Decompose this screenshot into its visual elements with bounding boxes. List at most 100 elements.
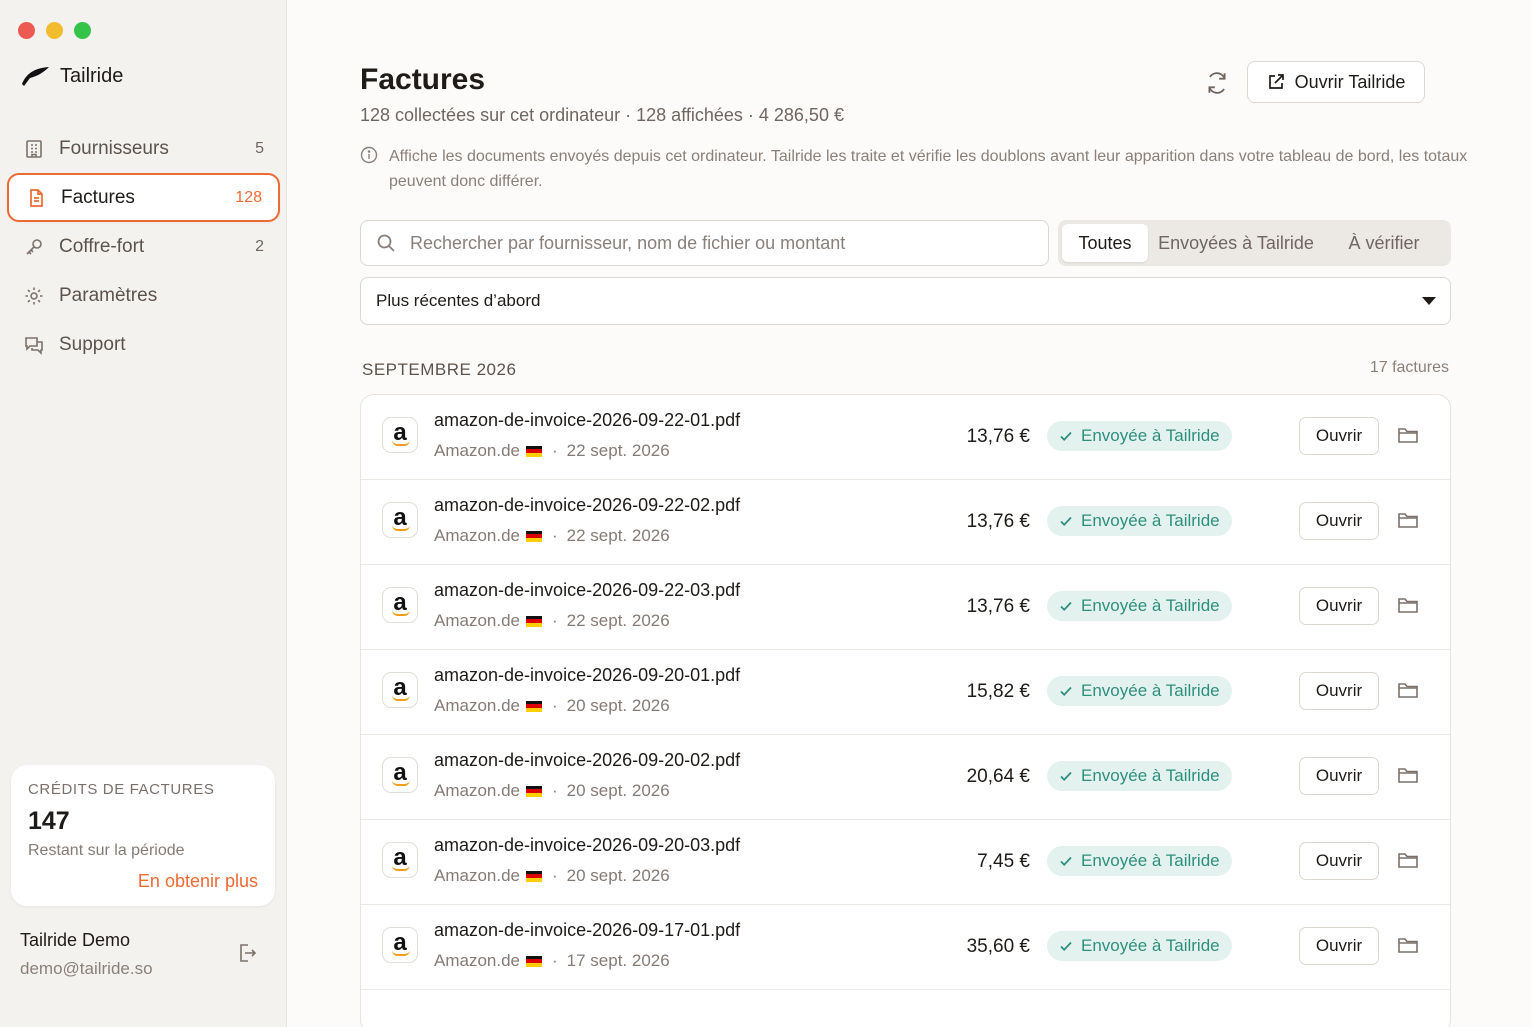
- table-row[interactable]: a amazon-de-invoice-2026-09-20-01.pdf Am…: [361, 650, 1450, 735]
- credits-value: 147: [28, 807, 70, 835]
- page-subtitle: 128 collectées sur cet ordinateur · 128 …: [360, 105, 844, 125]
- germany-flag-icon: [526, 700, 542, 712]
- month-heading: SEPTEMBRE 2026: [362, 360, 517, 379]
- info-text: Affiche les documents envoyés depuis cet…: [389, 148, 1468, 190]
- window-controls: [18, 22, 91, 39]
- invoice-amount: 35,60 €: [966, 936, 1030, 957]
- table-row[interactable]: a amazon-de-invoice-2026-09-22-03.pdf Am…: [361, 565, 1450, 650]
- minimize-window-button[interactable]: [46, 22, 63, 39]
- table-row[interactable]: a amazon-de-invoice-2026-09-20-02.pdf Am…: [361, 735, 1450, 820]
- invoice-meta: Amazon.de · 22 sept. 2026: [434, 526, 670, 546]
- sidebar-item-coffre-fort[interactable]: Coffre-fort 2: [7, 222, 280, 271]
- status-label: Envoyée à Tailride: [1081, 426, 1220, 445]
- sidebar-item-parametres[interactable]: Paramètres: [7, 271, 280, 320]
- separator-dot: ·: [552, 696, 558, 715]
- brand: Tailride: [20, 64, 123, 88]
- open-invoice-button[interactable]: Ouvrir: [1299, 842, 1379, 880]
- invoice-filename: amazon-de-invoice-2026-09-20-02.pdf: [434, 750, 741, 770]
- credits-title: CRÉDITS DE FACTURES: [28, 781, 215, 798]
- sort-select[interactable]: Plus récentes d’abord: [360, 277, 1451, 325]
- germany-flag-icon: [526, 870, 542, 882]
- invoice-meta: Amazon.de · 20 sept. 2026: [434, 866, 670, 886]
- sidebar-item-fournisseurs[interactable]: Fournisseurs 5: [7, 124, 280, 173]
- status-label: Envoyée à Tailride: [1081, 766, 1220, 785]
- document-icon: [25, 187, 47, 209]
- external-link-icon: [1268, 74, 1284, 89]
- table-row[interactable]: a amazon-de-invoice-2026-09-22-01.pdf Am…: [361, 395, 1450, 480]
- invoice-vendor: Amazon.de: [434, 441, 520, 460]
- sidebar-item-label: Fournisseurs: [59, 137, 169, 159]
- open-tailride-label: Ouvrir Tailride: [1294, 71, 1406, 92]
- invoice-meta: Amazon.de · 20 sept. 2026: [434, 696, 670, 716]
- invoice-amount: 7,45 €: [977, 851, 1030, 872]
- refresh-icon[interactable]: [1204, 70, 1230, 96]
- separator-dot: ·: [552, 526, 558, 545]
- search-box: [360, 220, 1049, 266]
- invoice-amount: 13,76 €: [966, 426, 1030, 447]
- brand-name: Tailride: [60, 64, 124, 87]
- folder-icon[interactable]: [1397, 935, 1419, 955]
- folder-icon[interactable]: [1397, 510, 1419, 530]
- sidebar-nav: Fournisseurs 5 Factures 128 Coffre-fort …: [7, 124, 280, 369]
- separator-dot: ·: [552, 781, 558, 800]
- separator-dot: ·: [552, 866, 558, 885]
- gear-icon: [23, 285, 45, 307]
- table-row[interactable]: a amazon-de-invoice-2026-09-20-03.pdf Am…: [361, 820, 1450, 905]
- info-notice: Affiche les documents envoyés depuis cet…: [360, 144, 1470, 194]
- table-row[interactable]: a amazon-de-invoice-2026-09-22-02.pdf Am…: [361, 480, 1450, 565]
- check-icon: [1060, 601, 1072, 611]
- zoom-window-button[interactable]: [74, 22, 91, 39]
- folder-icon[interactable]: [1397, 680, 1419, 700]
- open-invoice-button[interactable]: Ouvrir: [1299, 927, 1379, 965]
- open-invoice-button[interactable]: Ouvrir: [1299, 757, 1379, 795]
- separator-dot: ·: [552, 951, 558, 970]
- status-badge: Envoyée à Tailride: [1047, 846, 1232, 876]
- invoice-date: 17 sept. 2026: [566, 951, 670, 970]
- sidebar-item-factures[interactable]: Factures 128: [7, 173, 280, 222]
- filter-envoyees[interactable]: Envoyées à Tailride: [1148, 224, 1324, 262]
- invoice-filename: amazon-de-invoice-2026-09-22-02.pdf: [434, 495, 741, 515]
- open-tailride-button[interactable]: Ouvrir Tailride: [1247, 61, 1425, 103]
- invoice-meta: Amazon.de · 20 sept. 2026: [434, 781, 670, 801]
- sidebar-item-support[interactable]: Support: [7, 320, 280, 369]
- user-name: Tailride Demo: [20, 930, 131, 950]
- invoice-list: a amazon-de-invoice-2026-09-22-01.pdf Am…: [360, 394, 1451, 1027]
- invoice-amount: 15,82 €: [966, 681, 1030, 702]
- invoice-date: 22 sept. 2026: [566, 526, 670, 545]
- filter-toutes[interactable]: Toutes: [1062, 224, 1148, 262]
- sidebar-item-label: Support: [59, 333, 126, 355]
- get-more-credits-link[interactable]: En obtenir plus: [138, 871, 258, 892]
- table-row[interactable]: a amazon-de-invoice-2026-09-17-01.pdf Am…: [361, 905, 1450, 990]
- status-badge: Envoyée à Tailride: [1047, 931, 1232, 961]
- filter-a-verifier[interactable]: À vérifier: [1324, 224, 1444, 262]
- search-icon: [377, 234, 395, 252]
- search-input[interactable]: [410, 232, 1030, 254]
- page-title: Factures: [360, 63, 486, 96]
- open-invoice-button[interactable]: Ouvrir: [1299, 587, 1379, 625]
- invoice-filename: amazon-de-invoice-2026-09-17-01.pdf: [434, 920, 741, 940]
- folder-icon[interactable]: [1397, 425, 1419, 445]
- logout-icon[interactable]: [236, 942, 258, 964]
- close-window-button[interactable]: [18, 22, 35, 39]
- invoice-vendor: Amazon.de: [434, 526, 520, 545]
- credits-card: CRÉDITS DE FACTURES 147 Restant sur la p…: [11, 765, 275, 906]
- status-badge: Envoyée à Tailride: [1047, 761, 1232, 791]
- folder-icon[interactable]: [1397, 595, 1419, 615]
- open-invoice-button[interactable]: Ouvrir: [1299, 672, 1379, 710]
- germany-flag-icon: [526, 445, 542, 457]
- sidebar-item-label: Paramètres: [59, 284, 158, 306]
- amazon-logo-icon: a: [382, 757, 418, 793]
- status-badge: Envoyée à Tailride: [1047, 506, 1232, 536]
- invoice-filename: amazon-de-invoice-2026-09-20-01.pdf: [434, 665, 741, 685]
- sidebar-item-count: 2: [255, 237, 264, 255]
- open-invoice-button[interactable]: Ouvrir: [1299, 502, 1379, 540]
- check-icon: [1060, 856, 1072, 866]
- folder-icon[interactable]: [1397, 850, 1419, 870]
- status-label: Envoyée à Tailride: [1081, 596, 1220, 615]
- folder-icon[interactable]: [1397, 765, 1419, 785]
- invoice-filename: amazon-de-invoice-2026-09-22-03.pdf: [434, 580, 741, 600]
- invoice-date: 20 sept. 2026: [566, 781, 670, 800]
- status-label: Envoyée à Tailride: [1081, 511, 1220, 530]
- check-icon: [1060, 516, 1072, 526]
- open-invoice-button[interactable]: Ouvrir: [1299, 417, 1379, 455]
